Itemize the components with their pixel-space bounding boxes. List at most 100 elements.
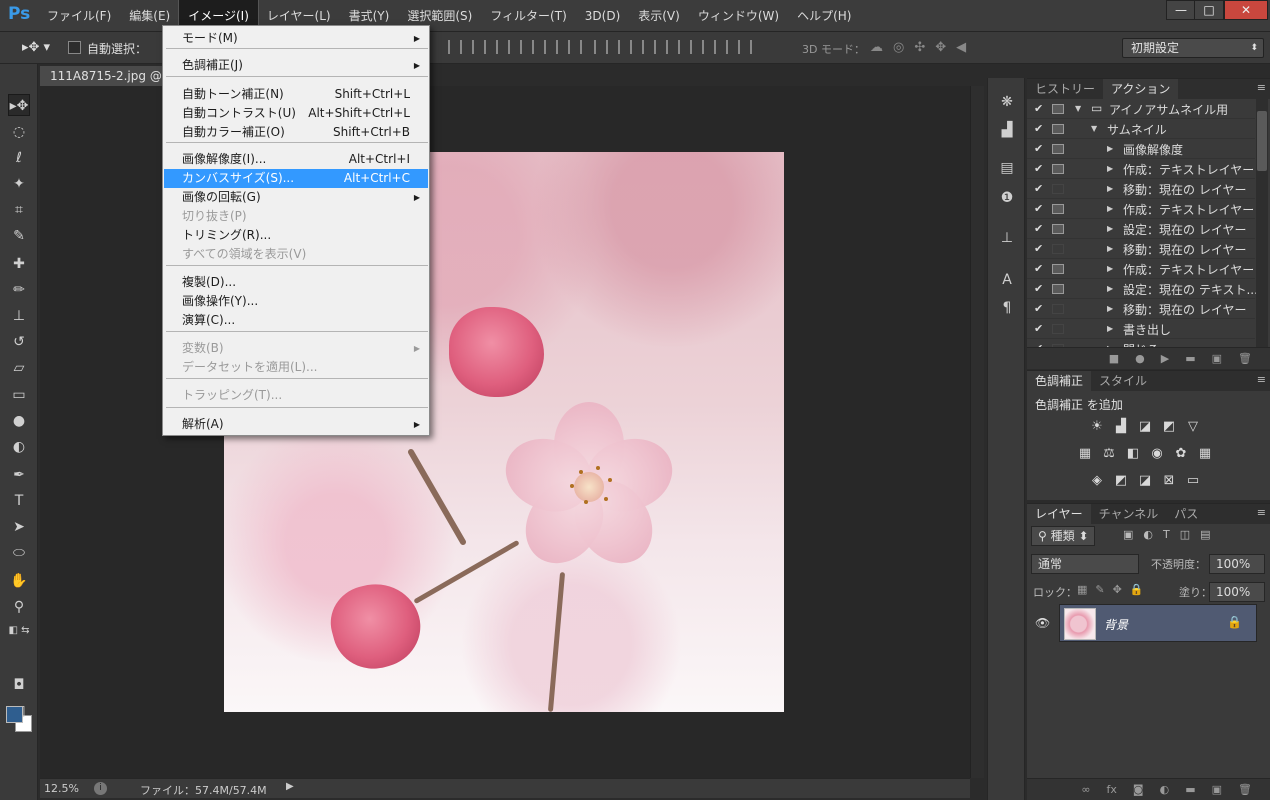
image-menu-item[interactable]: データセットを適用(L)... (164, 358, 428, 377)
pen-tool-icon[interactable]: ✒ (8, 464, 30, 486)
expand-right-icon[interactable]: ▶ (1107, 264, 1113, 273)
action-row[interactable]: ✔ ▶ 画像解像度 (1027, 139, 1255, 159)
action-toggle-check-icon[interactable]: ✔ (1034, 202, 1043, 215)
dialog-toggle-icon[interactable] (1052, 144, 1064, 154)
image-menu-item[interactable]: モード(M) ▶ (164, 29, 428, 48)
expand-down-icon[interactable]: ▼ (1091, 124, 1097, 133)
align-icon[interactable] (496, 40, 510, 54)
info-icon[interactable]: i (94, 782, 107, 795)
dialog-toggle-icon[interactable] (1052, 164, 1064, 174)
image-menu-item[interactable]: 解析(A) ▶ (164, 415, 428, 434)
image-menu-item[interactable]: 画像解像度(I)... Alt+Ctrl+I (164, 150, 428, 169)
new-layer-icon[interactable]: ▣ (1212, 783, 1222, 796)
record-icon[interactable]: ● (1135, 352, 1145, 365)
character-icon[interactable]: A (997, 270, 1017, 290)
close-button[interactable]: ✕ (1224, 0, 1268, 20)
move-tool-icon[interactable]: ▸✥ (8, 94, 30, 116)
layer-filter-icons[interactable]: ▣◐T◫▤ (1123, 528, 1221, 541)
selective-color-icon[interactable]: ⊠ (1161, 473, 1177, 489)
stamp-tool-icon[interactable]: ⊥ (8, 305, 30, 327)
expand-right-icon[interactable]: ▶ (1107, 324, 1113, 333)
drag-3d-icon[interactable]: ✣ (914, 40, 925, 55)
blend-mode-select[interactable]: 通常 (1031, 554, 1139, 574)
dialog-toggle-icon[interactable] (1052, 324, 1064, 334)
action-toggle-check-icon[interactable]: ✔ (1034, 242, 1043, 255)
dialog-toggle-icon[interactable] (1052, 224, 1064, 234)
navigator-icon[interactable]: ❋ (997, 92, 1017, 112)
menu-3d[interactable]: 3D(D) (576, 0, 629, 32)
opacity-field[interactable]: 100% (1209, 554, 1265, 574)
dialog-toggle-icon[interactable] (1052, 264, 1064, 274)
layer-row-background[interactable]: 背景 🔒 (1059, 604, 1257, 642)
paragraph-icon[interactable]: ¶ (997, 298, 1017, 318)
marquee-tool-icon[interactable]: ◌ (8, 121, 30, 143)
dialog-toggle-icon[interactable] (1052, 104, 1064, 114)
lasso-tool-icon[interactable]: ℓ (8, 147, 30, 169)
action-toggle-check-icon[interactable]: ✔ (1034, 322, 1043, 335)
action-row[interactable]: ✔ ▶ 移動：現在の レイヤー (1027, 239, 1255, 259)
new-action-icon[interactable]: ▣ (1212, 352, 1222, 365)
align-icon[interactable] (568, 40, 582, 54)
action-toggle-check-icon[interactable]: ✔ (1034, 182, 1043, 195)
ellipse-tool-icon[interactable]: ⬭ (8, 542, 30, 564)
slide-3d-icon[interactable]: ✥ (935, 40, 946, 55)
canvas-vertical-scrollbar[interactable] (970, 86, 984, 778)
expand-right-icon[interactable]: ▶ (1107, 244, 1113, 253)
invert-icon[interactable]: ◈ (1089, 473, 1105, 489)
menu-window[interactable]: ウィンドウ(W) (689, 0, 788, 32)
dialog-toggle-icon[interactable] (1052, 124, 1064, 134)
expand-right-icon[interactable]: ▶ (1107, 184, 1113, 193)
image-menu-item[interactable]: トラッピング(T)... (164, 386, 428, 405)
path-selection-tool-icon[interactable]: ➤ (8, 516, 30, 538)
distribute-icon[interactable] (618, 40, 632, 54)
action-row[interactable]: ✔ ▶ 設定：現在の レイヤー (1027, 219, 1255, 239)
foreground-color-swatch[interactable] (6, 706, 23, 723)
history-brush-tool-icon[interactable]: ↺ (8, 331, 30, 353)
restore-button[interactable]: □ (1194, 0, 1224, 20)
image-menu-item[interactable]: 自動コントラスト(U) Alt+Shift+Ctrl+L (164, 104, 428, 123)
distribute-icon[interactable] (666, 40, 680, 54)
new-adjustment-icon[interactable]: ◐ (1160, 783, 1170, 796)
expand-right-icon[interactable]: ▶ (1107, 224, 1113, 233)
align-icon[interactable] (544, 40, 558, 54)
menu-filter[interactable]: フィルター(T) (481, 0, 575, 32)
add-mask-icon[interactable]: ◙ (1133, 783, 1144, 796)
actions-scrollbar[interactable] (1256, 99, 1268, 347)
expand-down-icon[interactable]: ▼ (1075, 104, 1081, 113)
clone-source-icon[interactable]: ⊥ (997, 228, 1017, 248)
action-row[interactable]: ✔ ▶ 書き出し (1027, 319, 1255, 339)
blur-tool-icon[interactable]: ● (8, 410, 30, 432)
zoom-level[interactable]: 12.5% (44, 782, 79, 795)
dialog-toggle-icon[interactable] (1052, 304, 1064, 314)
posterize-icon[interactable]: ◩ (1113, 473, 1129, 489)
trash-icon[interactable]: 🗑 (1238, 352, 1252, 365)
panel-menu-icon[interactable]: ≡ (1257, 81, 1266, 94)
image-menu-item[interactable]: 切り抜き(P) (164, 207, 428, 226)
dialog-toggle-icon[interactable] (1052, 244, 1064, 254)
image-menu-item[interactable]: 画像操作(Y)... (164, 292, 428, 311)
color-lookup-icon[interactable]: ▦ (1197, 446, 1213, 462)
menu-help[interactable]: ヘルプ(H) (788, 0, 860, 32)
image-menu-item[interactable]: 複製(D)... (164, 273, 428, 292)
auto-select-checkbox[interactable] (68, 41, 81, 54)
threshold-icon[interactable]: ◪ (1137, 473, 1153, 489)
tab-actions[interactable]: アクション (1103, 79, 1179, 99)
magic-wand-tool-icon[interactable]: ✦ (8, 173, 30, 195)
action-toggle-check-icon[interactable]: ✔ (1034, 142, 1043, 155)
levels-icon[interactable]: ▟ (1113, 419, 1129, 435)
action-row[interactable]: ✔ ▶ 移動：現在の レイヤー (1027, 179, 1255, 199)
eraser-tool-icon[interactable]: ▱ (8, 357, 30, 379)
type-tool-icon[interactable]: T (8, 490, 30, 512)
action-toggle-check-icon[interactable]: ✔ (1034, 302, 1043, 315)
action-toggle-check-icon[interactable]: ✔ (1034, 162, 1043, 175)
distribute-icon[interactable] (594, 40, 608, 54)
scale-3d-icon[interactable]: ◀ (956, 40, 966, 55)
distribute-icon[interactable] (642, 40, 656, 54)
tab-layers[interactable]: レイヤー (1027, 504, 1091, 524)
action-toggle-check-icon[interactable]: ✔ (1034, 262, 1043, 275)
gradient-map-icon[interactable]: ▭ (1185, 473, 1201, 489)
action-row[interactable]: ✔ ▼ サムネイル (1027, 119, 1255, 139)
dodge-tool-icon[interactable]: ◐ (8, 436, 30, 458)
histogram-icon[interactable]: ▟ (997, 120, 1017, 140)
action-toggle-check-icon[interactable]: ✔ (1034, 222, 1043, 235)
